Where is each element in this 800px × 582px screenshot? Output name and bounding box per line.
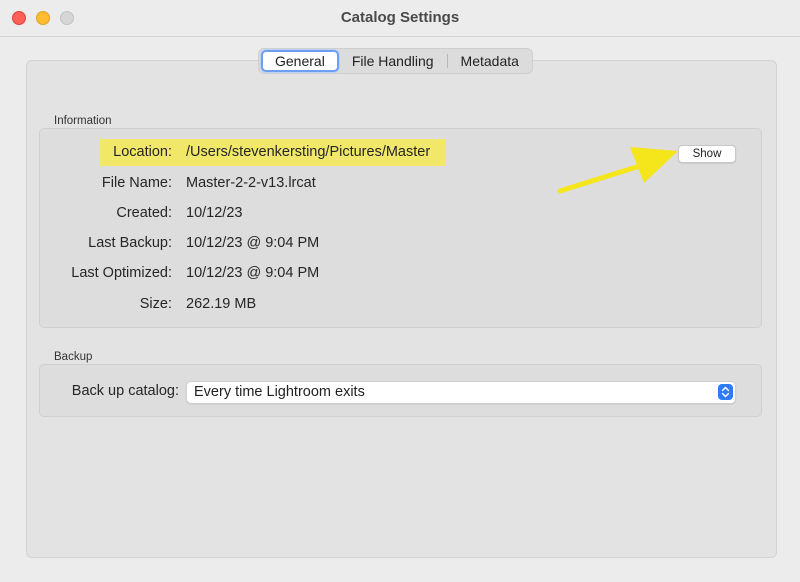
file-name-value: Master-2-2-v13.lrcat	[186, 175, 316, 191]
tab-metadata[interactable]: Metadata	[448, 50, 532, 72]
information-section-label: Information	[54, 115, 112, 127]
tab-bar: General File Handling Metadata	[258, 48, 533, 74]
created-label: Created:	[116, 205, 172, 221]
last-optimized-label: Last Optimized:	[71, 265, 172, 281]
catalog-settings-window: Catalog Settings General File Handling M…	[0, 0, 800, 582]
location-value: /Users/stevenkersting/Pictures/Master	[186, 144, 431, 160]
tab-general[interactable]: General	[261, 50, 339, 72]
backup-frequency-select[interactable]: Every time Lightroom exits	[186, 381, 736, 404]
backup-catalog-label: Back up catalog:	[71, 383, 179, 399]
title-bar: Catalog Settings	[0, 0, 800, 37]
tab-file-handling[interactable]: File Handling	[339, 50, 447, 72]
backup-section-label: Backup	[54, 351, 93, 363]
created-value: 10/12/23	[186, 205, 243, 221]
location-label: Location:	[113, 144, 172, 160]
size-label: Size:	[139, 296, 172, 312]
last-optimized-value: 10/12/23 @ 9:04 PM	[186, 265, 320, 281]
window-title: Catalog Settings	[340, 9, 460, 26]
file-name-label: File Name:	[101, 175, 172, 191]
show-location-button[interactable]: Show	[678, 145, 736, 163]
size-value: 262.19 MB	[186, 296, 257, 312]
backup-frequency-value: Every time Lightroom exits	[194, 384, 365, 400]
select-stepper-icon	[718, 384, 733, 400]
last-backup-label: Last Backup:	[88, 235, 172, 251]
last-backup-value: 10/12/23 @ 9:04 PM	[186, 235, 320, 251]
